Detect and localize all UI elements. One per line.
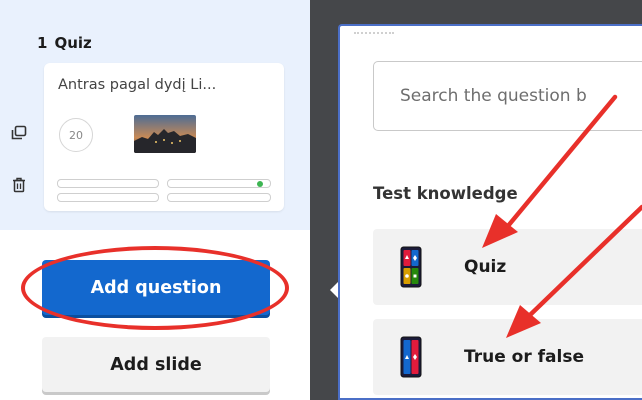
correct-answer-dot: [257, 181, 263, 187]
add-question-button[interactable]: Add question: [42, 260, 270, 315]
answer-placeholder-1: [57, 179, 159, 188]
question-type-true-false[interactable]: True or false: [373, 319, 642, 395]
add-slide-button[interactable]: Add slide: [42, 337, 270, 392]
timer-badge: 20: [59, 118, 93, 152]
answer-placeholder-2: [167, 179, 271, 188]
slide-header: 1 Quiz: [37, 34, 92, 52]
slide-list-item[interactable]: 1 Quiz Antras pagal dydį Li... 20: [0, 0, 310, 230]
question-type-panel: Test knowledge Quiz True or false: [338, 24, 642, 400]
quiz-icon: [400, 246, 422, 288]
question-type-label: Quiz: [464, 257, 507, 277]
search-input[interactable]: [373, 61, 642, 131]
answer-placeholder-4: [167, 193, 271, 202]
slide-thumbnail[interactable]: Antras pagal dydį Li... 20: [44, 63, 284, 211]
duplicate-icon[interactable]: [8, 122, 30, 144]
slide-actions: [8, 122, 30, 226]
slide-type-label: Quiz: [54, 34, 92, 52]
thumbnail-image: [134, 115, 196, 153]
answer-placeholder-3: [57, 193, 159, 202]
question-type-quiz[interactable]: Quiz: [373, 229, 642, 305]
slide-number: 1: [37, 34, 48, 52]
thumbnail-title: Antras pagal dydį Li...: [58, 77, 217, 93]
sidebar: 1 Quiz Antras pagal dydį Li... 20 Add qu…: [0, 0, 310, 400]
trash-icon[interactable]: [8, 174, 30, 196]
section-title: Test knowledge: [373, 184, 518, 203]
question-type-label: True or false: [464, 347, 584, 367]
panel-drag-handle: [354, 32, 394, 35]
true-false-icon: [400, 336, 422, 378]
